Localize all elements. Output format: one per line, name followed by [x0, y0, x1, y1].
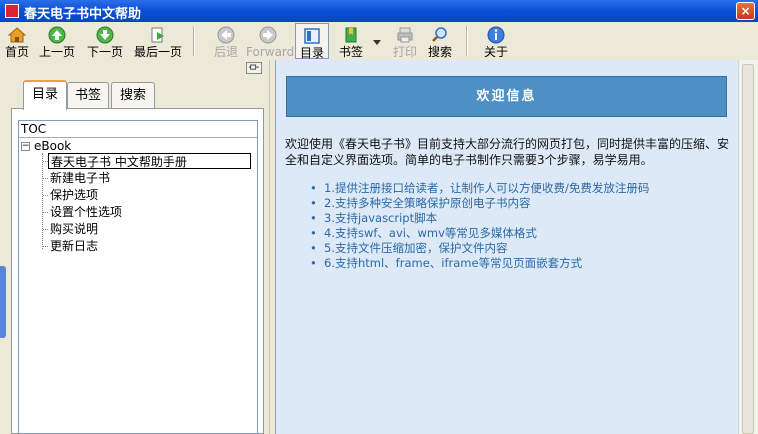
- intro-text: 欢迎使用《春天电子书》目前支持大部分流行的网页打包，同时提供丰富的压缩、安全和自…: [285, 137, 730, 167]
- tree-item-new-ebook[interactable]: 新建电子书: [48, 170, 112, 186]
- list-item: 5.支持文件压缩加密，保护文件内容: [310, 241, 649, 256]
- prev-page-button[interactable]: 上一页: [36, 22, 78, 60]
- toolbar-separator: [466, 26, 468, 56]
- forward-arrow-icon: [259, 26, 277, 44]
- tree-folder-ebook[interactable]: eBook: [34, 139, 71, 153]
- arrow-down-icon: [96, 26, 114, 44]
- back-label: 后退: [213, 45, 238, 59]
- home-icon: [8, 27, 26, 43]
- collapse-toggle[interactable]: −: [21, 142, 30, 151]
- last-page-label: 最后一页: [133, 45, 182, 59]
- list-item: 3.支持javascript脚本: [310, 211, 649, 226]
- chevron-down-icon: [373, 40, 381, 45]
- forward-button[interactable]: Forward: [246, 22, 295, 60]
- last-page-button[interactable]: 最后一页: [131, 22, 185, 60]
- tree-item-help-manual[interactable]: 春天电子书 中文帮助手册: [48, 153, 251, 169]
- bookmark-label: 书签: [338, 45, 363, 59]
- tree-item-protection[interactable]: 保护选项: [48, 187, 100, 203]
- about-button[interactable]: 关于: [480, 22, 512, 60]
- next-page-label: 下一页: [86, 45, 123, 59]
- info-icon: [487, 26, 505, 44]
- content-pane: 欢迎信息 欢迎使用《春天电子书》目前支持大部分流行的网页打包，同时提供丰富的压缩…: [275, 60, 738, 434]
- tree-root-label: TOC: [21, 122, 47, 136]
- list-item: 2.支持多种安全策略保护原创电子书内容: [310, 196, 649, 211]
- tree-guide-line: [42, 153, 43, 249]
- tab-bookmarks[interactable]: 书签: [67, 82, 109, 108]
- tab-toc[interactable]: 目录: [23, 80, 67, 110]
- close-button[interactable]: ×: [736, 2, 755, 20]
- print-label: 打印: [392, 45, 417, 59]
- about-label: 关于: [483, 45, 508, 59]
- toc-tree[interactable]: TOC − eBook 春天电子书 中文帮助手册 新建电子书 保护选项 设置个性…: [18, 120, 258, 434]
- tree-item-purchase[interactable]: 购买说明: [48, 221, 100, 237]
- arrow-up-icon: [48, 26, 66, 44]
- toolbar-separator: [193, 26, 195, 56]
- window-title: 春天电子书中文帮助: [24, 7, 142, 22]
- title-bar: 春天电子书中文帮助 ×: [0, 0, 758, 22]
- last-page-icon: [151, 27, 164, 43]
- back-arrow-icon: [217, 26, 235, 44]
- toc-label: 目录: [299, 46, 324, 60]
- collapse-handle[interactable]: [0, 266, 6, 338]
- home-button[interactable]: 首页: [2, 22, 32, 60]
- print-button[interactable]: 打印: [389, 22, 421, 60]
- back-button[interactable]: 后退: [208, 22, 244, 60]
- pin-pane-button[interactable]: [246, 62, 262, 74]
- bookmark-icon: [345, 27, 357, 43]
- list-item: 1.提供注册接口给读者，让制作人可以方便收费/免费发放注册码: [310, 181, 649, 196]
- toc-button[interactable]: 目录: [295, 23, 329, 60]
- list-item: 4.支持swf、avi、wmv等常见多媒体格式: [310, 226, 649, 241]
- printer-icon: [397, 27, 413, 43]
- app-icon: [5, 4, 19, 18]
- search-icon: [432, 27, 447, 42]
- next-page-button[interactable]: 下一页: [84, 22, 126, 60]
- bookmark-button[interactable]: 书签: [335, 22, 367, 60]
- home-label: 首页: [4, 45, 29, 59]
- toc-icon: [304, 28, 320, 44]
- list-item: 6.支持html、frame、iframe等常见页面嵌套方式: [310, 256, 649, 271]
- welcome-banner: 欢迎信息: [286, 76, 727, 117]
- pin-icon: [249, 64, 259, 70]
- search-button[interactable]: 搜索: [424, 22, 456, 60]
- forward-label: Forward: [246, 45, 295, 59]
- search-label: 搜索: [427, 45, 452, 59]
- tree-item-personalize[interactable]: 设置个性选项: [48, 204, 124, 220]
- tree-header-divider: [19, 137, 257, 138]
- scrollbar-thumb[interactable]: [742, 64, 754, 434]
- toolbar: 首页 上一页 下一页 最后一页 后退 Forward 目录 书签 打印 搜索 关…: [0, 22, 758, 61]
- prev-page-label: 上一页: [38, 45, 75, 59]
- bookmark-dropdown-button[interactable]: [371, 22, 383, 60]
- tab-search[interactable]: 搜索: [111, 82, 155, 108]
- feature-list: 1.提供注册接口给读者，让制作人可以方便收费/免费发放注册码 2.支持多种安全策…: [310, 181, 649, 271]
- tree-item-changelog[interactable]: 更新日志: [48, 238, 100, 254]
